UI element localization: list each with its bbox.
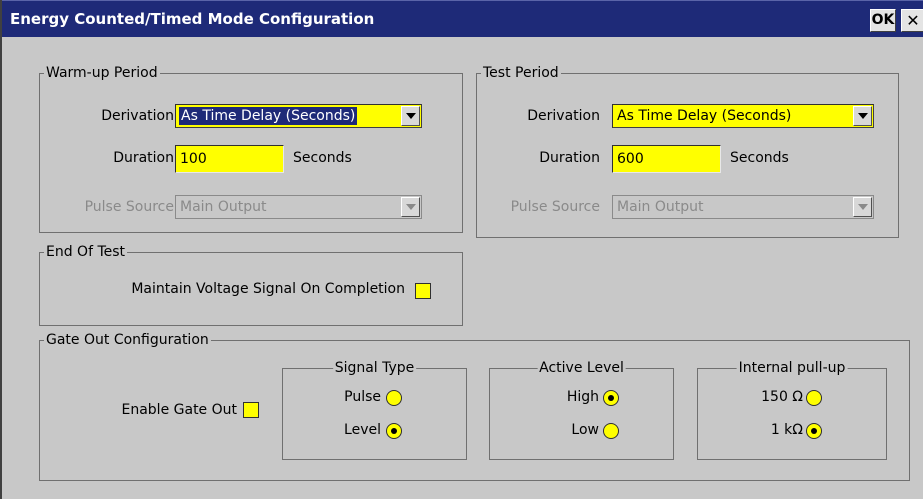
test-duration-label: Duration: [539, 150, 600, 166]
warmup-derivation-select[interactable]: As Time Delay (Seconds): [175, 104, 422, 128]
signal-type-title: Signal Type: [332, 359, 417, 377]
test-duration-unit: Seconds: [730, 150, 789, 166]
warmup-pulse-source-label: Pulse Source: [84, 199, 174, 215]
active-level-high-label: High: [566, 389, 599, 405]
maintain-voltage-label: Maintain Voltage Signal On Completion: [131, 281, 405, 297]
gate-out-title: Gate Out Configuration: [44, 331, 211, 349]
end-of-test-title: End Of Test: [44, 243, 128, 261]
pullup-150-radio[interactable]: [806, 390, 822, 406]
test-pulse-source-label: Pulse Source: [510, 199, 600, 215]
warmup-duration-value: 100: [180, 151, 207, 167]
test-derivation-select[interactable]: As Time Delay (Seconds): [612, 104, 874, 128]
end-of-test-group: End Of Test Maintain Voltage Signal On C…: [39, 243, 463, 326]
warmup-derivation-chevron-down-icon[interactable]: [401, 106, 420, 126]
pullup-1k-label: 1 kΩ: [770, 422, 803, 438]
enable-gate-out-checkbox[interactable]: [243, 402, 259, 418]
signal-type-pulse-label: Pulse: [344, 389, 381, 405]
signal-type-group: Signal Type Pulse Level: [282, 359, 467, 460]
ok-button[interactable]: OK: [870, 9, 896, 32]
test-pulse-source-chevron-down-icon: [853, 197, 872, 217]
enable-gate-out-label: Enable Gate Out: [121, 402, 238, 418]
test-period-title: Test Period: [481, 64, 561, 82]
signal-type-pulse-radio[interactable]: [386, 390, 402, 406]
gate-out-group: Gate Out Configuration Enable Gate Out S…: [39, 331, 910, 481]
warmup-pulse-source-chevron-down-icon: [401, 197, 420, 217]
test-period-group: Test Period Derivation As Time Delay (Se…: [476, 64, 899, 238]
warmup-period-title: Warm-up Period: [44, 64, 160, 82]
signal-type-level-radio[interactable]: [386, 423, 402, 439]
warmup-duration-unit: Seconds: [293, 150, 352, 166]
maintain-voltage-checkbox[interactable]: [415, 283, 431, 299]
title-bar: Energy Counted/Timed Mode Configuration …: [2, 0, 923, 37]
close-icon[interactable]: ✕: [901, 9, 923, 32]
warmup-pulse-source-select: Main Output: [175, 195, 422, 219]
warmup-derivation-value: As Time Delay (Seconds): [177, 106, 359, 126]
test-pulse-source-value: Main Output: [617, 199, 704, 215]
internal-pullup-group: Internal pull-up 150 Ω 1 kΩ: [697, 359, 887, 460]
pullup-1k-radio[interactable]: [806, 423, 822, 439]
internal-pullup-title: Internal pull-up: [736, 359, 848, 377]
active-level-group: Active Level High Low: [489, 359, 674, 460]
signal-type-level-label: Level: [344, 422, 381, 438]
test-derivation-chevron-down-icon[interactable]: [853, 106, 872, 126]
warmup-duration-label: Duration: [113, 150, 174, 166]
active-level-low-label: Low: [571, 422, 599, 438]
test-derivation-label: Derivation: [527, 108, 600, 124]
warmup-period-group: Warm-up Period Derivation As Time Delay …: [39, 64, 463, 233]
active-level-low-radio[interactable]: [603, 423, 619, 439]
test-derivation-value: As Time Delay (Seconds): [617, 108, 792, 124]
active-level-high-radio[interactable]: [603, 390, 619, 406]
test-duration-input[interactable]: 600: [612, 145, 721, 173]
config-dialog: Energy Counted/Timed Mode Configuration …: [0, 0, 923, 499]
active-level-title: Active Level: [537, 359, 626, 377]
test-duration-value: 600: [617, 151, 644, 167]
window-title: Energy Counted/Timed Mode Configuration: [10, 10, 375, 28]
warmup-pulse-source-value: Main Output: [180, 199, 267, 215]
warmup-duration-input[interactable]: 100: [175, 145, 284, 173]
test-pulse-source-select: Main Output: [612, 195, 874, 219]
warmup-derivation-label: Derivation: [101, 108, 174, 124]
pullup-150-label: 150 Ω: [761, 389, 803, 405]
